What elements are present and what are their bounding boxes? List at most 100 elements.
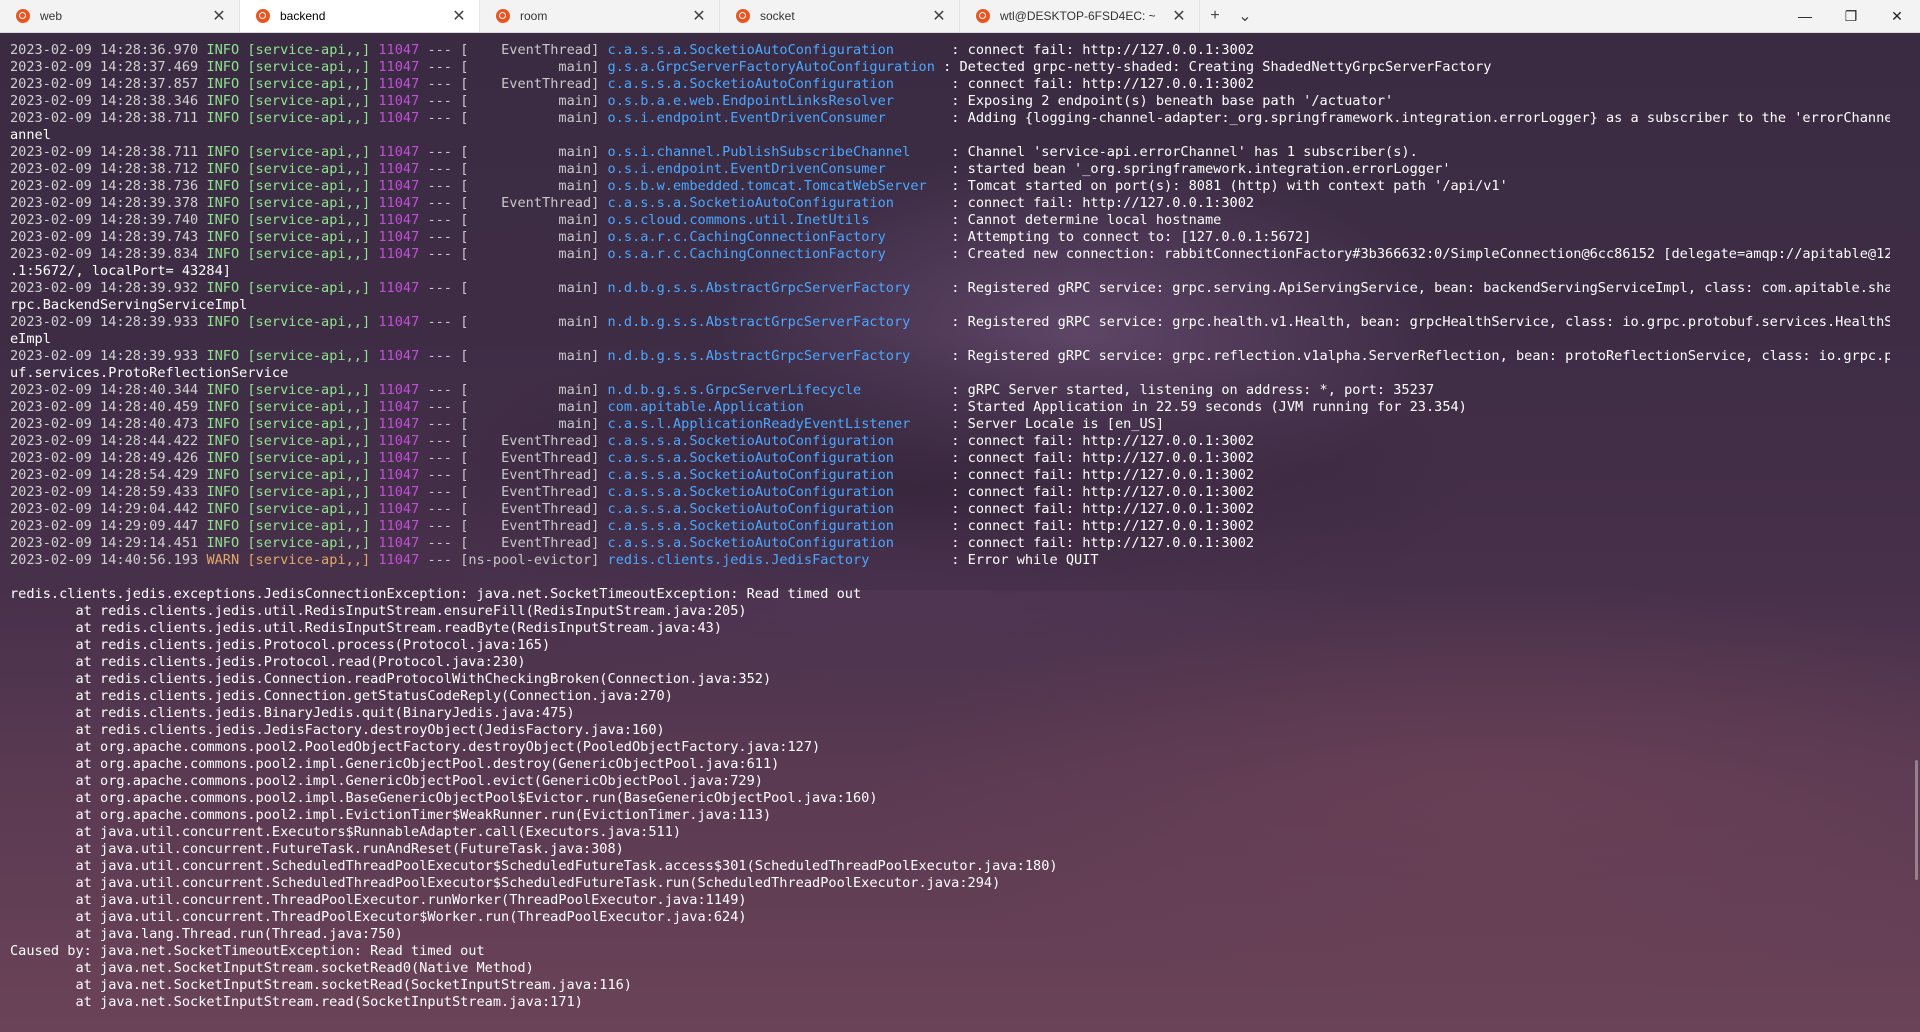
log-line: 2023-02-09 14:40:56.193 WARN [service-ap… bbox=[10, 552, 1890, 569]
log-line: at redis.clients.jedis.JedisFactory.dest… bbox=[10, 722, 1890, 739]
close-icon[interactable]: ✕ bbox=[1169, 6, 1189, 26]
log-message: : connect fail: http://127.0.0.1:3002 bbox=[951, 195, 1255, 211]
log-line: at java.util.concurrent.ThreadPoolExecut… bbox=[10, 909, 1890, 926]
terminal-output[interactable]: 2023-02-09 14:28:36.970 INFO [service-ap… bbox=[10, 42, 1890, 1024]
log-timestamp: 2023-02-09 14:28:59.433 bbox=[10, 484, 199, 500]
log-pid: 11047 bbox=[378, 59, 420, 75]
log-pid: 11047 bbox=[378, 280, 420, 296]
log-level: INFO bbox=[206, 501, 240, 517]
log-line: 2023-02-09 14:28:59.433 INFO [service-ap… bbox=[10, 484, 1890, 501]
tab-label: socket bbox=[760, 9, 795, 23]
tab-wsl-shell[interactable]: wtl@DESKTOP-6FSD4EC: ~ ✕ bbox=[960, 0, 1200, 32]
log-message: : Adding {logging-channel-adapter:_org.s… bbox=[951, 110, 1890, 126]
log-logger: n.d.b.g.s.s.AbstractGrpcServerFactory bbox=[607, 348, 944, 364]
chevron-down-icon[interactable]: ⌄ bbox=[1230, 0, 1260, 32]
log-logger: o.s.i.channel.PublishSubscribeChannel bbox=[607, 144, 944, 160]
tab-backend[interactable]: backend ✕ bbox=[240, 0, 480, 32]
log-separator: --- bbox=[427, 212, 452, 228]
log-pid: 11047 bbox=[378, 229, 420, 245]
log-service: [service-api,,] bbox=[247, 161, 371, 177]
log-message: : Registered gRPC service: grpc.reflecti… bbox=[951, 348, 1890, 364]
log-message: : Error while QUIT bbox=[951, 552, 1099, 568]
log-level: INFO bbox=[206, 195, 240, 211]
log-message: : Started Application in 22.59 seconds (… bbox=[951, 399, 1467, 415]
log-text: at redis.clients.jedis.util.RedisInputSt… bbox=[10, 603, 747, 619]
close-icon[interactable]: ✕ bbox=[689, 6, 709, 26]
log-level: INFO bbox=[206, 59, 240, 75]
log-level: WARN bbox=[206, 552, 240, 568]
log-message: : started bean '_org.springframework.int… bbox=[951, 161, 1451, 177]
log-service: [service-api,,] bbox=[247, 433, 371, 449]
log-pid: 11047 bbox=[378, 314, 420, 330]
log-message: : connect fail: http://127.0.0.1:3002 bbox=[951, 433, 1255, 449]
log-timestamp: 2023-02-09 14:28:38.712 bbox=[10, 161, 199, 177]
log-level: INFO bbox=[206, 450, 240, 466]
tab-web[interactable]: web ✕ bbox=[0, 0, 240, 32]
log-line: redis.clients.jedis.exceptions.JedisConn… bbox=[10, 586, 1890, 603]
log-line: 2023-02-09 14:28:54.429 INFO [service-ap… bbox=[10, 467, 1890, 484]
log-thread: [ main] bbox=[460, 144, 600, 160]
log-text: redis.clients.jedis.exceptions.JedisConn… bbox=[10, 586, 862, 602]
log-level: INFO bbox=[206, 382, 240, 398]
log-separator: --- bbox=[427, 416, 452, 432]
log-logger: c.a.s.s.a.SocketioAutoConfiguration bbox=[607, 467, 944, 483]
log-level: INFO bbox=[206, 416, 240, 432]
log-text: at redis.clients.jedis.util.RedisInputSt… bbox=[10, 620, 723, 636]
tab-socket[interactable]: socket ✕ bbox=[720, 0, 960, 32]
log-timestamp: 2023-02-09 14:28:39.740 bbox=[10, 212, 199, 228]
log-line: 2023-02-09 14:28:44.422 INFO [service-ap… bbox=[10, 433, 1890, 450]
log-pid: 11047 bbox=[378, 42, 420, 58]
new-tab-button[interactable]: + bbox=[1200, 0, 1230, 32]
log-text: at java.net.SocketInputStream.socketRead… bbox=[10, 960, 534, 976]
log-service: [service-api,,] bbox=[247, 212, 371, 228]
log-line: at redis.clients.jedis.util.RedisInputSt… bbox=[10, 603, 1890, 620]
log-separator: --- bbox=[427, 433, 452, 449]
tab-label: wtl@DESKTOP-6FSD4EC: ~ bbox=[1000, 9, 1156, 23]
log-separator: --- bbox=[427, 348, 452, 364]
log-message: : Registered gRPC service: grpc.serving.… bbox=[951, 280, 1890, 296]
log-text: rpc.BackendServingServiceImpl bbox=[10, 297, 248, 313]
log-line: eImpl bbox=[10, 331, 1890, 348]
log-line: at java.util.concurrent.ScheduledThreadP… bbox=[10, 858, 1890, 875]
log-line: at java.net.SocketInputStream.socketRead… bbox=[10, 960, 1890, 977]
log-logger: n.d.b.g.s.s.AbstractGrpcServerFactory bbox=[607, 280, 944, 296]
log-line: at java.lang.Thread.run(Thread.java:750) bbox=[10, 926, 1890, 943]
scrollbar[interactable] bbox=[1915, 760, 1918, 880]
log-logger: o.s.i.endpoint.EventDrivenConsumer bbox=[607, 161, 944, 177]
log-service: [service-api,,] bbox=[247, 280, 371, 296]
log-thread: [ EventThread] bbox=[460, 76, 600, 92]
log-thread: [ main] bbox=[460, 178, 600, 194]
log-separator: --- bbox=[427, 467, 452, 483]
log-message: : connect fail: http://127.0.0.1:3002 bbox=[951, 450, 1255, 466]
log-message: : connect fail: http://127.0.0.1:3002 bbox=[951, 76, 1255, 92]
log-line: 2023-02-09 14:29:14.451 INFO [service-ap… bbox=[10, 535, 1890, 552]
close-icon[interactable]: ✕ bbox=[929, 6, 949, 26]
minimize-button[interactable]: — bbox=[1782, 0, 1828, 32]
log-level: INFO bbox=[206, 178, 240, 194]
log-pid: 11047 bbox=[378, 110, 420, 126]
log-timestamp: 2023-02-09 14:28:38.736 bbox=[10, 178, 199, 194]
window-close-button[interactable]: ✕ bbox=[1874, 0, 1920, 32]
maximize-button[interactable]: ❐ bbox=[1828, 0, 1874, 32]
log-level: INFO bbox=[206, 161, 240, 177]
log-line: annel bbox=[10, 127, 1890, 144]
close-icon[interactable]: ✕ bbox=[449, 6, 469, 26]
log-text: at java.lang.Thread.run(Thread.java:750) bbox=[10, 926, 403, 942]
log-service: [service-api,,] bbox=[247, 382, 371, 398]
log-thread: [ main] bbox=[460, 382, 600, 398]
log-service: [service-api,,] bbox=[247, 450, 371, 466]
close-icon[interactable]: ✕ bbox=[209, 6, 229, 26]
log-separator: --- bbox=[427, 501, 452, 517]
log-level: INFO bbox=[206, 144, 240, 160]
ubuntu-icon bbox=[496, 9, 510, 23]
log-message: : connect fail: http://127.0.0.1:3002 bbox=[951, 42, 1255, 58]
log-text: annel bbox=[10, 127, 51, 143]
log-message: : connect fail: http://127.0.0.1:3002 bbox=[951, 484, 1255, 500]
log-service: [service-api,,] bbox=[247, 348, 371, 364]
log-pid: 11047 bbox=[378, 161, 420, 177]
log-line: 2023-02-09 14:28:40.473 INFO [service-ap… bbox=[10, 416, 1890, 433]
log-logger: o.s.a.r.c.CachingConnectionFactory bbox=[607, 246, 944, 262]
log-thread: [ EventThread] bbox=[460, 484, 600, 500]
log-thread: [ EventThread] bbox=[460, 501, 600, 517]
tab-room[interactable]: room ✕ bbox=[480, 0, 720, 32]
